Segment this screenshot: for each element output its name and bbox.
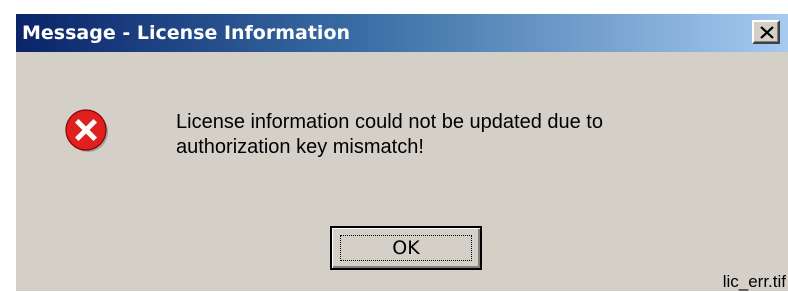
message-dialog: Message - License Information License in… bbox=[14, 12, 788, 291]
ok-button-label: OK bbox=[392, 237, 420, 259]
ok-button[interactable]: OK bbox=[330, 226, 482, 270]
window-title: Message - License Information bbox=[22, 22, 351, 44]
close-icon bbox=[760, 26, 774, 39]
message-text: License information could not be updated… bbox=[176, 111, 603, 158]
close-button[interactable] bbox=[752, 20, 780, 44]
file-name-caption: lic_err.tif bbox=[722, 272, 786, 291]
error-icon bbox=[65, 109, 108, 152]
title-bar[interactable]: Message - License Information bbox=[16, 14, 788, 52]
